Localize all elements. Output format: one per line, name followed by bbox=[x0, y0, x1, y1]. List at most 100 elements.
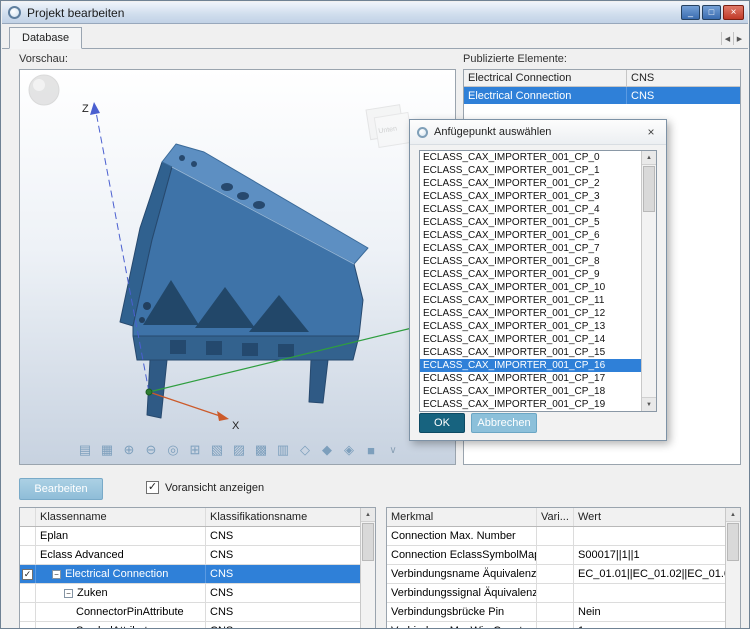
property-variante-cell bbox=[537, 565, 574, 583]
class-table-row[interactable]: SymbolAttributeCNS bbox=[20, 622, 360, 629]
dialog-close-icon[interactable]: × bbox=[643, 125, 659, 139]
view-bottom-icon[interactable]: ▨ bbox=[230, 441, 248, 459]
tab-scroll-left-icon[interactable]: ◀ bbox=[721, 32, 733, 45]
view-front-icon[interactable]: ◇ bbox=[296, 441, 314, 459]
attach-point-item[interactable]: ECLASS_CAX_IMPORTER_001_CP_17 bbox=[420, 372, 641, 385]
attach-point-item[interactable]: ECLASS_CAX_IMPORTER_001_CP_15 bbox=[420, 346, 641, 359]
z-axis-label: Z bbox=[82, 103, 89, 115]
zoom-fit-icon[interactable]: ◎ bbox=[164, 441, 182, 459]
view-left-icon[interactable]: ▩ bbox=[252, 441, 270, 459]
attach-point-item[interactable]: ECLASS_CAX_IMPORTER_001_CP_0 bbox=[420, 151, 641, 164]
attach-point-item[interactable]: ECLASS_CAX_IMPORTER_001_CP_4 bbox=[420, 203, 641, 216]
shading-icon[interactable]: ■ bbox=[362, 441, 380, 459]
nav-sphere-icon[interactable] bbox=[29, 75, 59, 105]
scroll-up-icon[interactable]: ▲ bbox=[642, 151, 656, 165]
tab-bar: Database ◀ ▶ bbox=[2, 24, 748, 49]
attach-point-item[interactable]: ECLASS_CAX_IMPORTER_001_CP_10 bbox=[420, 281, 641, 294]
property-table-row[interactable]: Verbindungsbrücke PinNein bbox=[387, 603, 725, 622]
row-checkbox-cell: ✓ bbox=[20, 565, 36, 583]
3d-preview-canvas[interactable]: Unten bbox=[20, 70, 457, 440]
zoom-in-icon[interactable]: ⊕ bbox=[120, 441, 138, 459]
scroll-thumb[interactable] bbox=[362, 523, 374, 561]
view-sheet-icon[interactable]: ▤ bbox=[76, 441, 94, 459]
property-table-row[interactable]: Connection EclassSymbolMapS00017||1||1 bbox=[387, 546, 725, 565]
class-table-row[interactable]: ✓−Electrical ConnectionCNS bbox=[20, 565, 360, 584]
maximize-button[interactable]: □ bbox=[702, 5, 721, 20]
more-view-tools-icon[interactable]: ∨ bbox=[384, 441, 402, 459]
attach-point-item[interactable]: ECLASS_CAX_IMPORTER_001_CP_12 bbox=[420, 307, 641, 320]
attach-point-item[interactable]: ECLASS_CAX_IMPORTER_001_CP_8 bbox=[420, 255, 641, 268]
zoom-window-icon[interactable]: ⊞ bbox=[186, 441, 204, 459]
property-table-header-row: Merkmal Vari... Wert bbox=[387, 508, 725, 527]
attach-point-item[interactable]: ECLASS_CAX_IMPORTER_001_CP_2 bbox=[420, 177, 641, 190]
property-table-row[interactable]: Verbindungsname ÄquivalenzenEC_01.01||EC… bbox=[387, 565, 725, 584]
tree-collapse-icon[interactable]: − bbox=[52, 570, 61, 579]
published-header-cell-cns: CNS bbox=[627, 70, 740, 86]
close-button[interactable]: × bbox=[723, 5, 744, 20]
attach-point-item[interactable]: ECLASS_CAX_IMPORTER_001_CP_14 bbox=[420, 333, 641, 346]
attach-point-item[interactable]: ECLASS_CAX_IMPORTER_001_CP_1 bbox=[420, 164, 641, 177]
dialog-list-scrollbar[interactable]: ▲ ▼ bbox=[641, 151, 656, 411]
minimize-button[interactable]: _ bbox=[681, 5, 700, 20]
class-table-scrollbar[interactable]: ▲ bbox=[360, 508, 375, 629]
property-variante-cell bbox=[537, 527, 574, 545]
scroll-down-icon[interactable]: ▼ bbox=[642, 397, 656, 411]
view-right-icon[interactable]: ▥ bbox=[274, 441, 292, 459]
cancel-button[interactable]: Abbrechen bbox=[471, 413, 537, 433]
scroll-up-icon[interactable]: ▲ bbox=[726, 508, 740, 522]
attach-point-item[interactable]: ECLASS_CAX_IMPORTER_001_CP_11 bbox=[420, 294, 641, 307]
attach-point-item[interactable]: ECLASS_CAX_IMPORTER_001_CP_9 bbox=[420, 268, 641, 281]
zoom-out-icon[interactable]: ⊖ bbox=[142, 441, 160, 459]
window-titlebar[interactable]: Projekt bearbeiten _ □ × bbox=[2, 2, 748, 24]
view-back-icon[interactable]: ◆ bbox=[318, 441, 336, 459]
property-variante-cell bbox=[537, 603, 574, 621]
preview-checkbox[interactable]: ✓ bbox=[146, 481, 159, 494]
attach-point-item[interactable]: ECLASS_CAX_IMPORTER_001_CP_3 bbox=[420, 190, 641, 203]
nav-cube-icon[interactable]: Unten bbox=[366, 104, 413, 149]
tab-database[interactable]: Database bbox=[9, 27, 82, 49]
property-table-row[interactable]: Verbindung MaxWireCount1 bbox=[387, 622, 725, 629]
scroll-thumb[interactable] bbox=[727, 523, 739, 561]
viewport-toolbar: ▤▦⊕⊖◎⊞▧▨▩▥◇◆◈■∨ bbox=[20, 438, 455, 462]
class-name-label: SymbolAttribute bbox=[76, 625, 154, 629]
property-table-row[interactable]: Verbindungssignal Äquivalenzen bbox=[387, 584, 725, 603]
property-merkmal-cell: Connection Max. Number bbox=[387, 527, 537, 545]
class-table-row[interactable]: Eclass AdvancedCNS bbox=[20, 546, 360, 565]
model-part[interactable] bbox=[120, 144, 368, 418]
property-table-row[interactable]: Connection Max. Number bbox=[387, 527, 725, 546]
tab-scroll-right-icon[interactable]: ▶ bbox=[733, 32, 745, 45]
property-table[interactable]: Merkmal Vari... Wert Connection Max. Num… bbox=[386, 507, 741, 629]
attach-point-item[interactable]: ECLASS_CAX_IMPORTER_001_CP_7 bbox=[420, 242, 641, 255]
attach-point-item[interactable]: ECLASS_CAX_IMPORTER_001_CP_18 bbox=[420, 385, 641, 398]
scroll-up-icon[interactable]: ▲ bbox=[361, 508, 375, 522]
class-header-name: Klassenname bbox=[36, 508, 206, 526]
classification-cell: CNS bbox=[206, 565, 360, 583]
dialog-titlebar[interactable]: Anfügepunkt auswählen × bbox=[410, 120, 666, 145]
property-header-variante: Vari... bbox=[537, 508, 574, 526]
attach-point-item[interactable]: ECLASS_CAX_IMPORTER_001_CP_6 bbox=[420, 229, 641, 242]
class-table[interactable]: Klassenname Klassifikationsname EplanCNS… bbox=[19, 507, 376, 629]
published-cell: Electrical Connection bbox=[464, 87, 627, 104]
attach-point-list[interactable]: ▲ ▼ ECLASS_CAX_IMPORTER_001_CP_0ECLASS_C… bbox=[419, 150, 657, 412]
edit-button[interactable]: Bearbeiten bbox=[19, 478, 103, 500]
ok-button[interactable]: OK bbox=[419, 413, 465, 433]
view-top-icon[interactable]: ▧ bbox=[208, 441, 226, 459]
class-table-row[interactable]: EplanCNS bbox=[20, 527, 360, 546]
scroll-thumb[interactable] bbox=[643, 166, 655, 212]
class-table-row[interactable]: ConnectorPinAttributeCNS bbox=[20, 603, 360, 622]
class-table-row[interactable]: −ZukenCNS bbox=[20, 584, 360, 603]
attach-point-item[interactable]: ECLASS_CAX_IMPORTER_001_CP_16 bbox=[420, 359, 641, 372]
property-table-scrollbar[interactable]: ▲ bbox=[725, 508, 740, 629]
view-iso-icon[interactable]: ◈ bbox=[340, 441, 358, 459]
tree-collapse-icon[interactable]: − bbox=[64, 589, 73, 598]
3d-viewport[interactable]: Unten bbox=[19, 69, 456, 465]
preview-checkbox-row[interactable]: ✓ Voransicht anzeigen bbox=[146, 481, 264, 494]
attach-point-item[interactable]: ECLASS_CAX_IMPORTER_001_CP_5 bbox=[420, 216, 641, 229]
row-checkbox[interactable]: ✓ bbox=[22, 569, 33, 580]
property-wert-cell: EC_01.01||EC_01.02||EC_01.03||... bbox=[574, 565, 725, 583]
class-name-cell: −Electrical Connection bbox=[36, 565, 206, 583]
published-row[interactable]: Electrical ConnectionCNS bbox=[464, 87, 740, 104]
view-split-icon[interactable]: ▦ bbox=[98, 441, 116, 459]
attach-point-item[interactable]: ECLASS_CAX_IMPORTER_001_CP_13 bbox=[420, 320, 641, 333]
attach-point-item[interactable]: ECLASS_CAX_IMPORTER_001_CP_19 bbox=[420, 398, 641, 411]
